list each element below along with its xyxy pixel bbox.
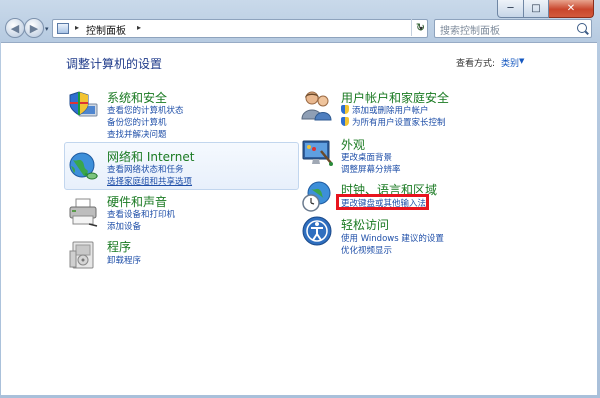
link-windows-recommended-settings[interactable]: 使用 Windows 建议的设置 [341,232,444,244]
view-by-label: 查看方式: [456,59,496,69]
view-by-dropdown[interactable]: 类别 [501,56,519,69]
link-text[interactable]: 添加或删除用户帐户 [352,106,429,116]
control-panel-content: 调整计算机的设置 查看方式: 类别 ▼ 系统和安全 查看您的计算机状态 备份您的… [1,42,597,395]
address-bar[interactable]: ▸ 控制面板 ▸ ▾ [52,19,428,38]
highlight-annotation-box [336,194,429,210]
refresh-button[interactable]: ↻ [411,19,429,36]
link-parental-controls[interactable]: 为所有用户设置家长控制 [341,116,446,128]
page-title: 调整计算机的设置 [66,57,163,71]
link-devices-printers[interactable]: 查看设备和打印机 [107,208,175,220]
link-find-fix-problems[interactable]: 查找并解决问题 [107,128,167,140]
breadcrumb-control-panel[interactable]: 控制面板 [86,22,126,37]
navigation-bar: ◀ ▶ ▾ ▸ 控制面板 ▸ ▾ ↻ 搜索控制面板 [0,16,600,42]
link-optimize-visual-display[interactable]: 优化视频显示 [341,244,392,256]
link-add-remove-accounts[interactable]: 添加或删除用户帐户 [341,104,429,116]
link-uninstall-program[interactable]: 卸载程序 [107,254,141,266]
category-programs[interactable]: 程序 [107,238,131,255]
search-placeholder: 搜索控制面板 [440,26,500,37]
link-adjust-resolution[interactable]: 调整屏幕分辨率 [341,163,401,175]
appearance-icon[interactable] [301,137,333,169]
link-view-network-status[interactable]: 查看网络状态和任务 [107,163,184,175]
forward-button[interactable]: ▶ [24,18,44,38]
recent-pages-dropdown[interactable]: ▾ [45,25,49,33]
network-globe-icon[interactable] [67,150,99,182]
search-icon[interactable] [577,23,587,33]
link-change-desktop-background[interactable]: 更改桌面背景 [341,151,392,163]
clock-globe-icon[interactable] [301,181,333,213]
programs-icon[interactable] [67,239,99,271]
category-ease-of-access[interactable]: 轻松访问 [341,216,389,233]
printer-icon[interactable] [67,196,99,228]
breadcrumb-separator-2[interactable]: ▸ [137,23,141,32]
link-text[interactable]: 为所有用户设置家长控制 [352,118,446,128]
chevron-down-icon[interactable]: ▼ [519,57,524,65]
link-backup-computer[interactable]: 备份您的计算机 [107,116,167,128]
shield-computer-icon[interactable] [67,90,99,122]
link-homegroup-sharing[interactable]: 选择家庭组和共享选项 [107,175,192,187]
ease-of-access-icon[interactable] [301,215,333,247]
uac-shield-icon [341,117,349,126]
control-panel-window: ─ □ ✕ ◀ ▶ ▾ ▸ 控制面板 ▸ ▾ ↻ 搜索控制面板 调整计算机的设置… [0,0,600,398]
back-button[interactable]: ◀ [5,18,25,38]
control-panel-icon [57,23,69,34]
link-view-computer-status[interactable]: 查看您的计算机状态 [107,104,184,116]
link-add-device[interactable]: 添加设备 [107,220,141,232]
users-icon[interactable] [301,89,333,121]
breadcrumb-separator[interactable]: ▸ [75,23,79,32]
search-input[interactable]: 搜索控制面板 [434,19,592,38]
uac-shield-icon [341,105,349,114]
